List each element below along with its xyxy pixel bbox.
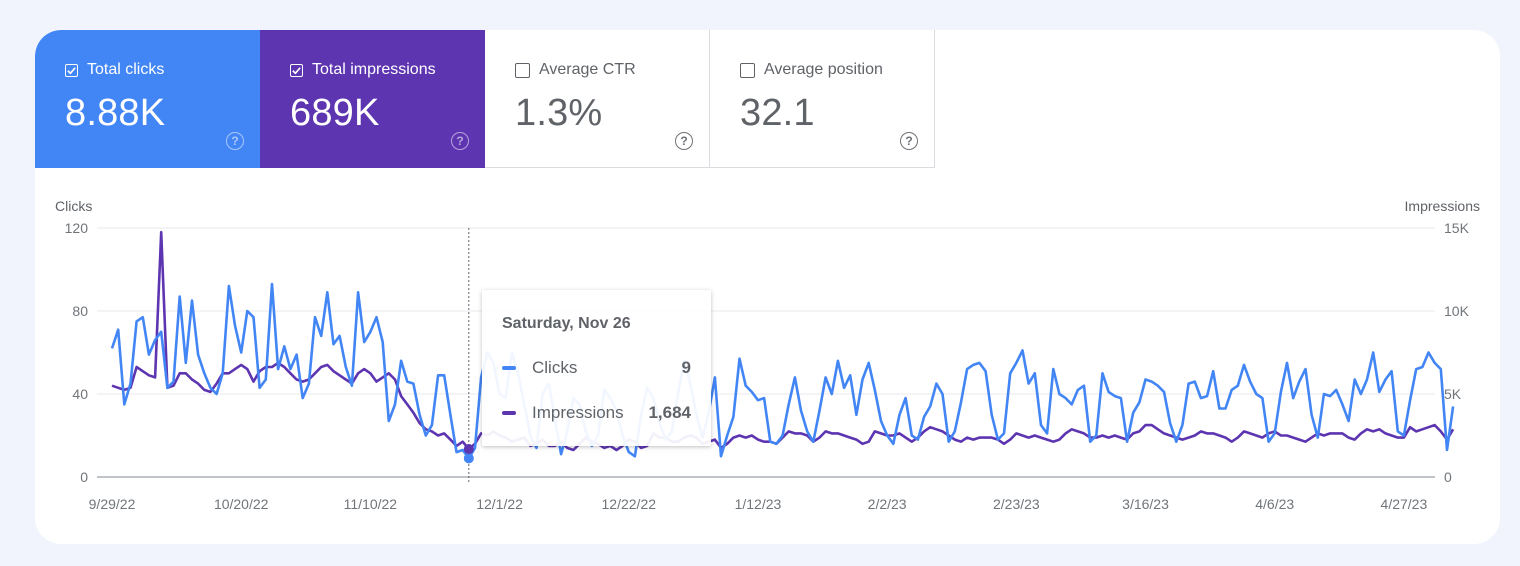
left-axis-tick-label: 0: [80, 469, 88, 485]
tooltip-label: Impressions: [532, 403, 648, 423]
x-axis-tick-label: 12/22/22: [602, 496, 657, 512]
x-axis-tick-label: 4/27/23: [1381, 496, 1428, 512]
x-axis-tick-label: 9/29/22: [89, 496, 136, 512]
x-axis-tick-label: 4/6/23: [1255, 496, 1294, 512]
left-axis-tick-label: 80: [72, 303, 88, 319]
right-axis-tick-label: 15K: [1444, 220, 1470, 236]
x-axis-tick-label: 11/10/22: [344, 496, 398, 512]
x-axis-tick-label: 2/23/23: [993, 496, 1040, 512]
x-axis-tick-label: 10/20/22: [214, 496, 269, 512]
left-axis-tick-label: 40: [72, 386, 88, 402]
tooltip-row-impressions: Impressions 1,684: [502, 403, 691, 423]
left-axis-tick-label: 120: [65, 220, 89, 236]
x-axis-tick-label: 12/1/22: [476, 496, 523, 512]
right-axis-tick-label: 0: [1444, 469, 1452, 485]
x-axis-tick-label: 1/12/23: [735, 496, 782, 512]
clicks-swatch-icon: [502, 366, 516, 370]
tooltip-row-clicks: Clicks 9: [502, 358, 691, 378]
performance-panel: Total clicks 8.88K ? Total impressions 6…: [35, 30, 1500, 544]
hover-point-clicks: [464, 453, 474, 463]
x-axis-tick-label: 2/2/23: [868, 496, 907, 512]
performance-chart[interactable]: 0 40 80 120 0 5K 10K 15K 9/29/22 10/20/22 11/10/22…: [35, 30, 1500, 544]
right-axis-tick-label: 5K: [1444, 386, 1462, 402]
tooltip-date: Saturday, Nov 26: [502, 315, 631, 333]
series-line-clicks: [112, 284, 1453, 458]
tooltip-value: 1,684: [648, 403, 691, 423]
hover-point-impressions: [464, 444, 474, 454]
impressions-swatch-icon: [502, 411, 516, 415]
right-axis-tick-label: 10K: [1444, 303, 1470, 319]
x-axis-tick-label: 3/16/23: [1122, 496, 1169, 512]
tooltip-value: 9: [682, 358, 691, 378]
tooltip-label: Clicks: [532, 358, 682, 378]
chart-tooltip: Saturday, Nov 26 Clicks 9 Impressions 1,…: [482, 290, 711, 446]
